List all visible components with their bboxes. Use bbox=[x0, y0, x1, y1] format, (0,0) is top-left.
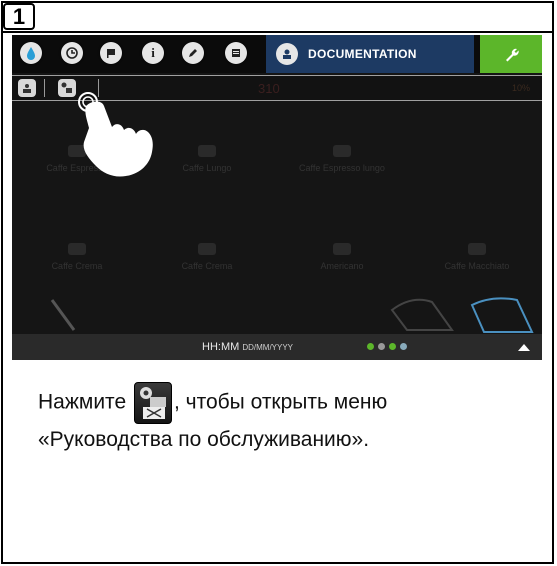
tile-label: Caffe Crema bbox=[181, 261, 233, 271]
storage-icon bbox=[400, 343, 407, 350]
beverage-tile[interactable]: Caffe Espresso lungo bbox=[277, 145, 407, 173]
tile-label: Caffe Crema bbox=[51, 261, 103, 271]
time-text: HH:MM bbox=[202, 341, 240, 353]
wrench-icon bbox=[506, 48, 519, 62]
tile-label: Caffe Macchiato bbox=[444, 261, 510, 271]
faint-counter: 310 bbox=[258, 81, 280, 96]
flag-icon[interactable] bbox=[100, 42, 122, 64]
top-toolbar: i DOCUMENTATION bbox=[12, 35, 542, 73]
status-bar: HH:MM DD/MM/YYYY bbox=[12, 334, 542, 360]
settings-button[interactable] bbox=[480, 35, 542, 73]
milk-jug-decoration bbox=[50, 297, 534, 333]
status-icons bbox=[367, 343, 407, 350]
status-time: HH:MM DD/MM/YYYY bbox=[202, 341, 293, 353]
tile-label: Caffe Lungo bbox=[182, 163, 232, 173]
beverage-tile[interactable]: Caffe Lungo bbox=[162, 145, 252, 173]
pencil-icon[interactable] bbox=[182, 42, 204, 64]
service-manual-icon bbox=[133, 382, 172, 424]
date-text: DD/MM/YYYY bbox=[242, 343, 294, 352]
divider bbox=[3, 31, 552, 33]
water-drop-icon[interactable] bbox=[20, 42, 42, 64]
status-ok-icon bbox=[389, 343, 396, 350]
device-screen: i DOCUMENTATION 310 10% Caffe Espresso C… bbox=[12, 35, 542, 360]
documentation-icon bbox=[276, 43, 298, 65]
faint-percent: 10% bbox=[512, 83, 531, 93]
instruction-text: Нажмите , чтобы открыть меню «Руководств… bbox=[38, 382, 518, 456]
beverage-tile[interactable]: Caffe Crema bbox=[162, 243, 252, 271]
speaker-icon bbox=[378, 343, 385, 350]
beverage-tile[interactable]: Caffe Macchiato bbox=[427, 243, 527, 271]
step-number: 1 bbox=[3, 3, 35, 30]
documentation-icon[interactable] bbox=[18, 79, 36, 97]
sub-toolbar-divider bbox=[44, 79, 45, 97]
beverage-tile[interactable]: Americano bbox=[297, 243, 387, 271]
document-icon[interactable] bbox=[225, 42, 247, 64]
tab-documentation-label: DOCUMENTATION bbox=[308, 47, 417, 61]
info-icon[interactable]: i bbox=[142, 42, 164, 64]
tab-documentation[interactable]: DOCUMENTATION bbox=[266, 35, 474, 73]
chevron-up-icon[interactable] bbox=[517, 342, 531, 352]
tile-label: Americano bbox=[320, 261, 364, 271]
clock-icon[interactable] bbox=[61, 42, 83, 64]
wifi-icon bbox=[367, 343, 374, 350]
tile-label: Caffe Espresso lungo bbox=[299, 163, 385, 173]
beverage-tile[interactable]: Caffe Crema bbox=[32, 243, 122, 271]
instruction-prefix: Нажмите bbox=[38, 390, 127, 414]
tap-hand-icon bbox=[78, 92, 153, 177]
